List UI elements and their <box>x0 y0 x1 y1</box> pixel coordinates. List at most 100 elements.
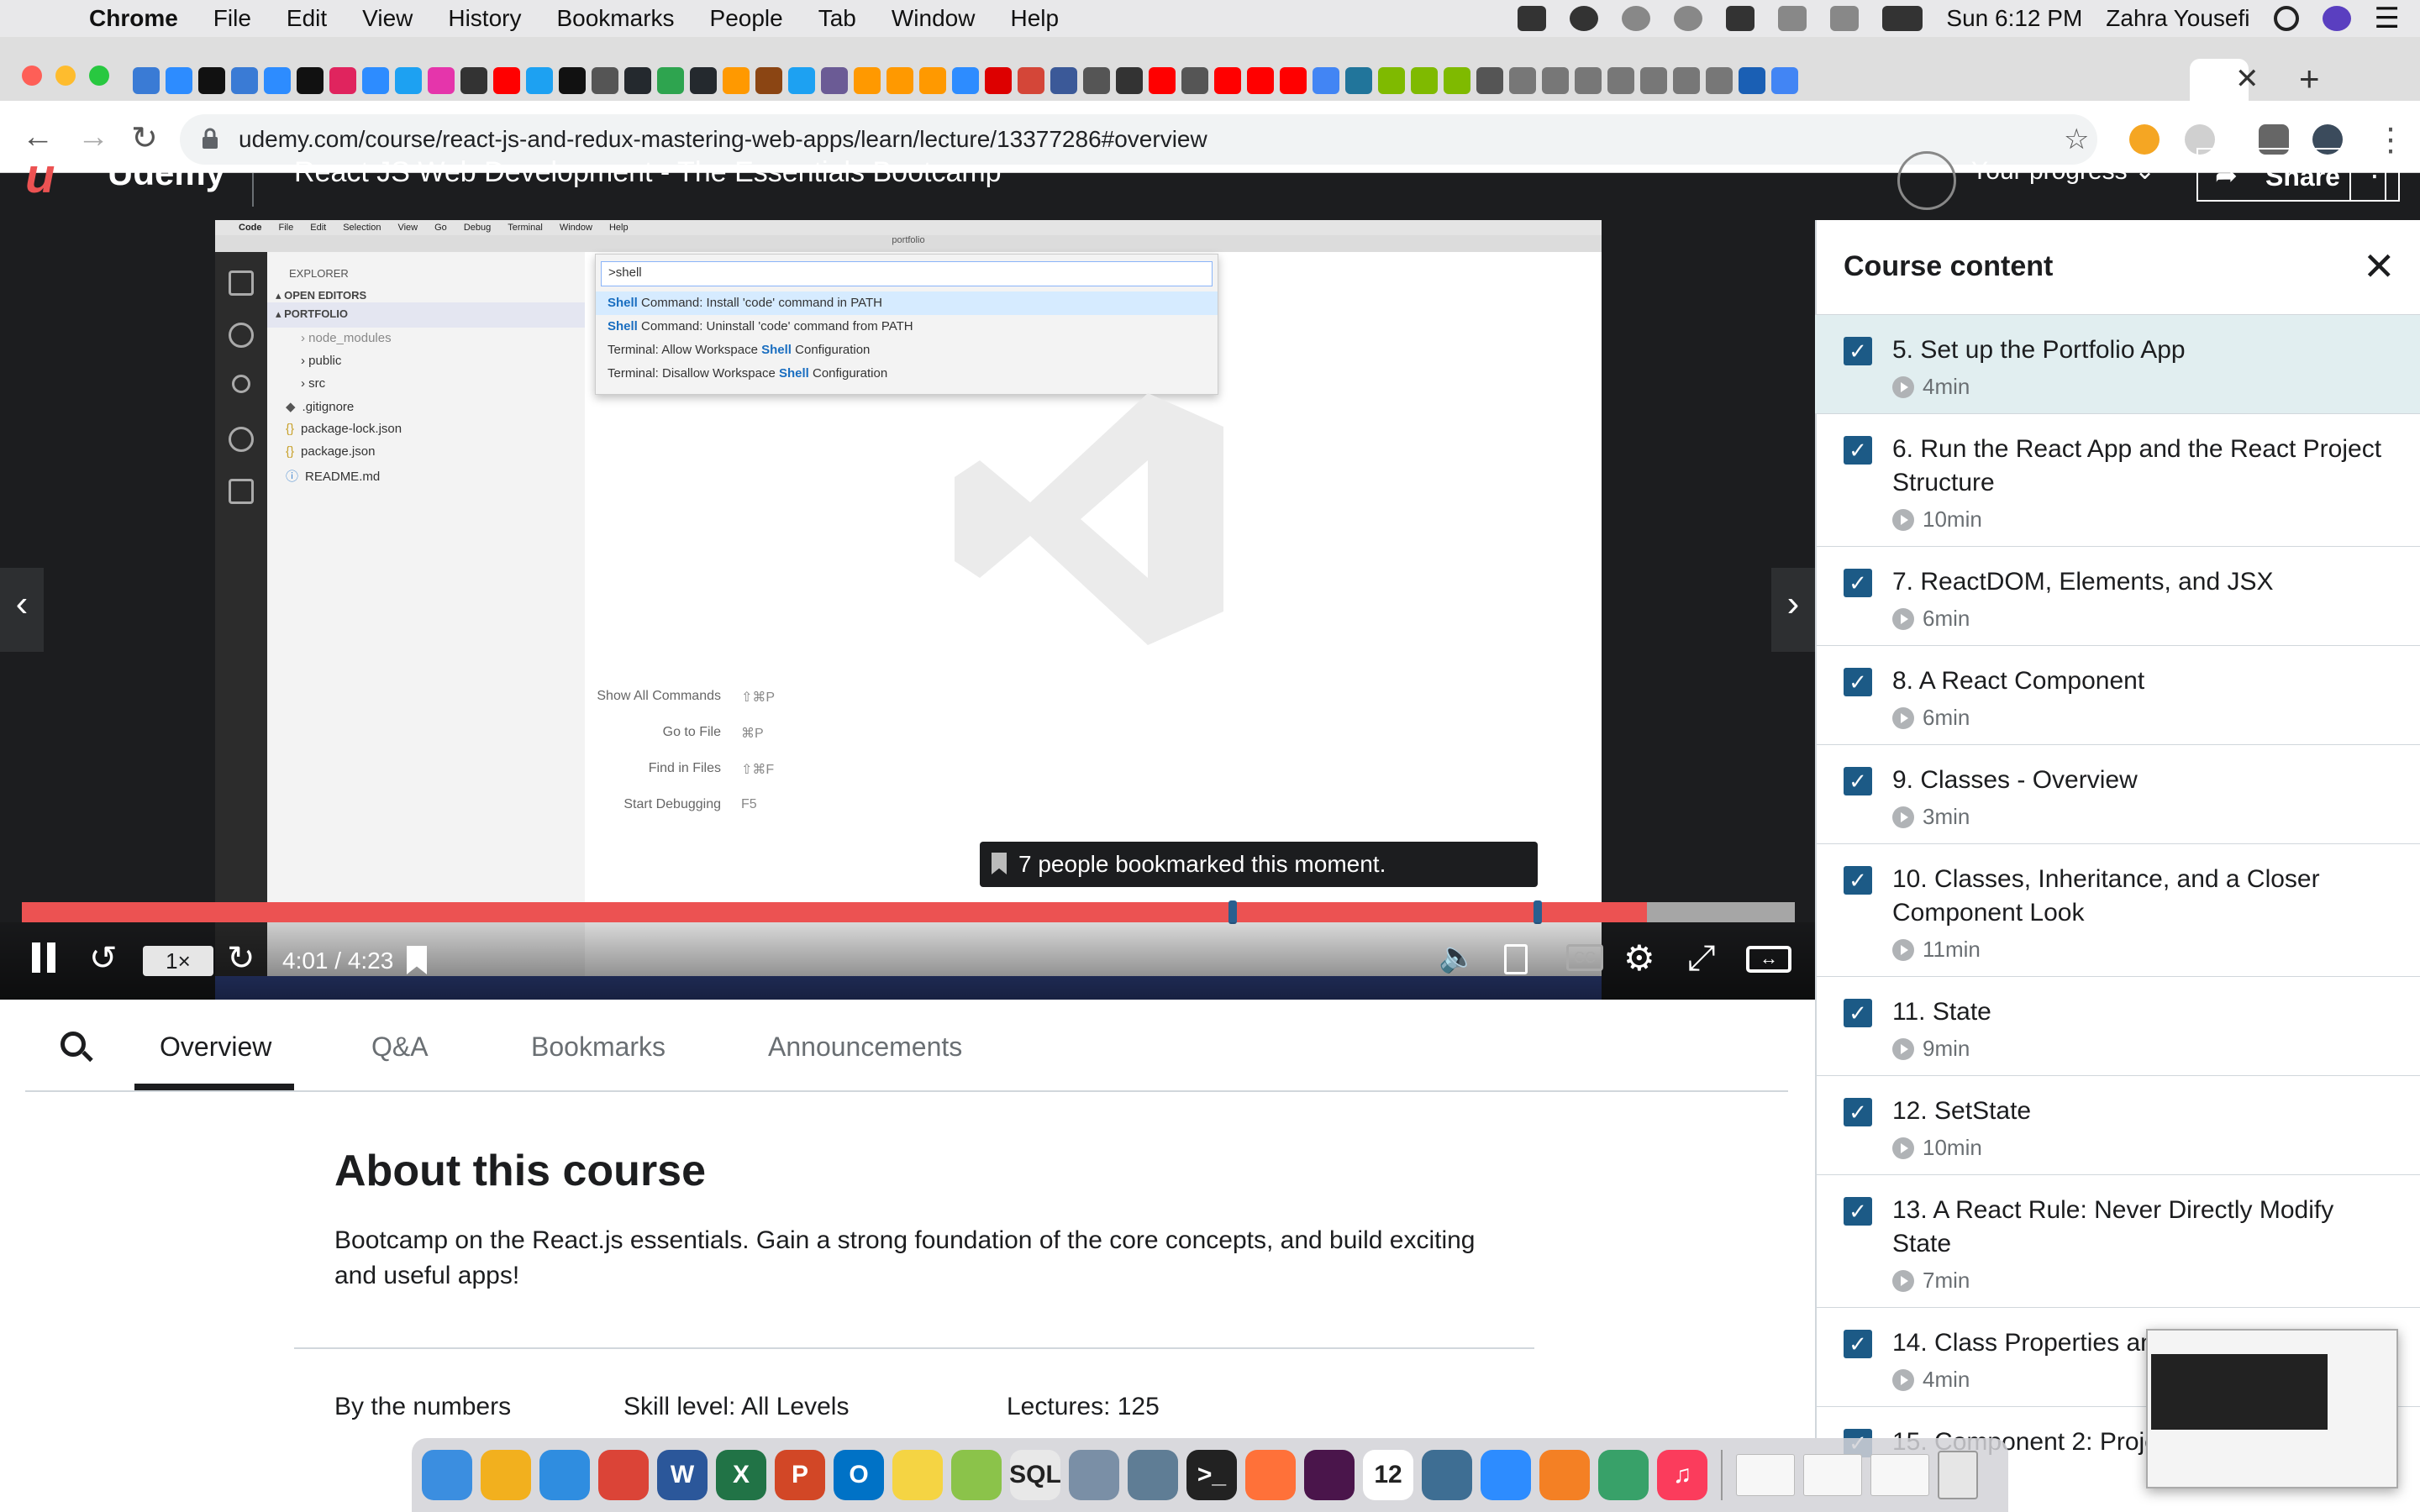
lecture-checkbox[interactable]: ✓ <box>1844 1330 1872 1358</box>
dock-minimized-window-icon[interactable] <box>1803 1454 1862 1496</box>
close-window-button[interactable] <box>22 66 42 86</box>
pinned-tab-favicon-icon[interactable] <box>854 67 881 94</box>
previous-lecture-button[interactable]: ‹ <box>0 568 44 652</box>
dock-calendar-icon[interactable]: 12 <box>1363 1450 1413 1500</box>
dock-music-icon[interactable]: ♫ <box>1657 1450 1707 1500</box>
dock-excel-icon[interactable]: X <box>716 1450 766 1500</box>
menu-tab[interactable]: Tab <box>818 5 856 32</box>
pinned-tab-favicon-icon[interactable] <box>952 67 979 94</box>
dock-word-icon[interactable]: W <box>657 1450 708 1500</box>
settings-gear-icon[interactable]: ⚙ <box>1623 937 1655 979</box>
captions-icon[interactable]: CC <box>1566 944 1603 971</box>
pinned-tab-favicon-icon[interactable] <box>821 67 848 94</box>
pinned-tab-favicon-icon[interactable] <box>919 67 946 94</box>
expand-width-icon[interactable]: ↔ <box>1746 946 1791 973</box>
udemy-logo-text[interactable]: Udemy <box>108 153 225 193</box>
menubar-clock[interactable]: Sun 6:12 PM <box>1946 5 2082 32</box>
zoom-window-button[interactable] <box>89 66 109 86</box>
pinned-tab-favicon-icon[interactable] <box>1280 67 1307 94</box>
dock-firefox-icon[interactable] <box>1245 1450 1296 1500</box>
pinned-tab-favicon-icon[interactable] <box>1247 67 1274 94</box>
lecture-checkbox[interactable]: ✓ <box>1844 668 1872 696</box>
menu-people[interactable]: People <box>710 5 783 32</box>
pinned-tab-favicon-icon[interactable] <box>1542 67 1569 94</box>
tab-announcements[interactable]: Announcements <box>768 1032 962 1063</box>
close-sidebar-icon[interactable]: ✕ <box>2363 244 2396 289</box>
pinned-tab-favicon-icon[interactable] <box>133 67 160 94</box>
pinned-tab-favicon-icon[interactable] <box>1509 67 1536 94</box>
lecture-item[interactable]: ✓ 13. A React Rule: Never Directly Modify… <box>1815 1174 2420 1307</box>
dock-zoom-icon[interactable] <box>1481 1450 1531 1500</box>
pinned-tab-favicon-icon[interactable] <box>788 67 815 94</box>
lecture-checkbox[interactable]: ✓ <box>1844 999 1872 1027</box>
creative-cloud-icon[interactable] <box>1518 6 1547 31</box>
playback-speed-button[interactable]: 1× <box>143 946 213 976</box>
menu-help[interactable]: Help <box>1010 5 1059 32</box>
pinned-tab-favicon-icon[interactable] <box>1149 67 1176 94</box>
lecture-item[interactable]: ✓ 12. SetState 10min <box>1815 1075 2420 1174</box>
lecture-checkbox[interactable]: ✓ <box>1844 1197 1872 1226</box>
lecture-item[interactable]: ✓ 9. Classes - Overview 3min <box>1815 744 2420 843</box>
notification-center-icon[interactable]: ☰ <box>2375 2 2400 35</box>
pinned-tab-favicon-icon[interactable] <box>526 67 553 94</box>
lecture-checkbox[interactable]: ✓ <box>1844 767 1872 795</box>
pinned-tab-favicon-icon[interactable] <box>985 67 1012 94</box>
next-lecture-button[interactable]: › <box>1771 568 1815 652</box>
pinned-tab-favicon-icon[interactable] <box>657 67 684 94</box>
new-tab-button[interactable]: + <box>2299 59 2320 99</box>
tab-close-icon[interactable]: ✕ <box>2235 62 2260 96</box>
spotlight-icon[interactable] <box>2273 6 2299 31</box>
lecture-checkbox[interactable]: ✓ <box>1844 866 1872 895</box>
pinned-tab-favicon-icon[interactable] <box>1313 67 1339 94</box>
pinned-tab-favicon-icon[interactable] <box>1739 67 1765 94</box>
pinned-tab-favicon-icon[interactable] <box>1181 67 1208 94</box>
dock-browser-icon[interactable] <box>1598 1450 1649 1500</box>
pinned-tab-favicon-icon[interactable] <box>264 67 291 94</box>
menu-edit[interactable]: Edit <box>287 5 327 32</box>
lecture-checkbox[interactable]: ✓ <box>1844 337 1872 365</box>
tab-bookmarks[interactable]: Bookmarks <box>531 1032 666 1063</box>
dock-safari-icon[interactable] <box>539 1450 590 1500</box>
dock-notes-icon[interactable] <box>892 1450 943 1500</box>
sync-icon[interactable] <box>1570 6 1599 31</box>
lecture-item[interactable]: ✓ 8. A React Component 6min <box>1815 645 2420 744</box>
pinned-tab-favicon-icon[interactable] <box>166 67 192 94</box>
pinned-tab-favicon-icon[interactable] <box>493 67 520 94</box>
dock-preview-icon[interactable] <box>1128 1450 1178 1500</box>
dock-grapher-icon[interactable] <box>951 1450 1002 1500</box>
pinned-tab-favicon-icon[interactable] <box>1345 67 1372 94</box>
dock-terminal-icon[interactable]: >_ <box>1186 1450 1237 1500</box>
pinned-tab-favicon-icon[interactable] <box>1575 67 1602 94</box>
tab-overview[interactable]: Overview <box>160 1032 271 1063</box>
pinned-tab-favicon-icon[interactable] <box>592 67 618 94</box>
pinned-tab-favicon-icon[interactable] <box>1083 67 1110 94</box>
search-icon[interactable] <box>60 1032 86 1057</box>
fullscreen-icon[interactable]: ⤢ <box>1687 937 1716 979</box>
menu-view[interactable]: View <box>362 5 413 32</box>
udemy-logo-icon[interactable]: u <box>25 148 55 204</box>
pinned-tab-favicon-icon[interactable] <box>460 67 487 94</box>
pinned-tab-favicon-icon[interactable] <box>329 67 356 94</box>
pinned-tab-favicon-icon[interactable] <box>559 67 586 94</box>
dock-slack-icon[interactable] <box>1304 1450 1355 1500</box>
minimize-window-button[interactable] <box>55 66 76 86</box>
seek-bookmark-marker[interactable] <box>1228 900 1238 924</box>
airplay-icon[interactable] <box>1778 6 1807 31</box>
extension-cloud-icon[interactable] <box>2129 124 2160 155</box>
binoculars-icon[interactable] <box>1726 6 1755 31</box>
menu-app-name[interactable]: Chrome <box>89 5 178 32</box>
dock-mysql-workbench-icon[interactable] <box>1422 1450 1472 1500</box>
lecture-item[interactable]: ✓ 10. Classes, Inheritance, and a Closer … <box>1815 843 2420 976</box>
pinned-tab-favicon-icon[interactable] <box>198 67 225 94</box>
lecture-checkbox[interactable]: ✓ <box>1844 1098 1872 1126</box>
lecture-checkbox[interactable]: ✓ <box>1844 569 1872 597</box>
dock-minimized-window-icon[interactable] <box>1870 1454 1929 1496</box>
pinned-tab-favicon-icon[interactable] <box>231 67 258 94</box>
video-player[interactable]: Code File Edit Selection View Go Debug T… <box>0 220 1815 1000</box>
pinned-tab-favicon-icon[interactable] <box>1411 67 1438 94</box>
dock-sql-icon[interactable]: SQL <box>1009 1450 1061 1500</box>
bookmark-star-icon[interactable]: ☆ <box>2064 123 2089 156</box>
siri-icon[interactable] <box>2322 6 2351 31</box>
lecture-item[interactable]: ✓ 6. Run the React App and the React Proj… <box>1815 413 2420 546</box>
lecture-item[interactable]: ✓ 11. State 9min <box>1815 976 2420 1075</box>
